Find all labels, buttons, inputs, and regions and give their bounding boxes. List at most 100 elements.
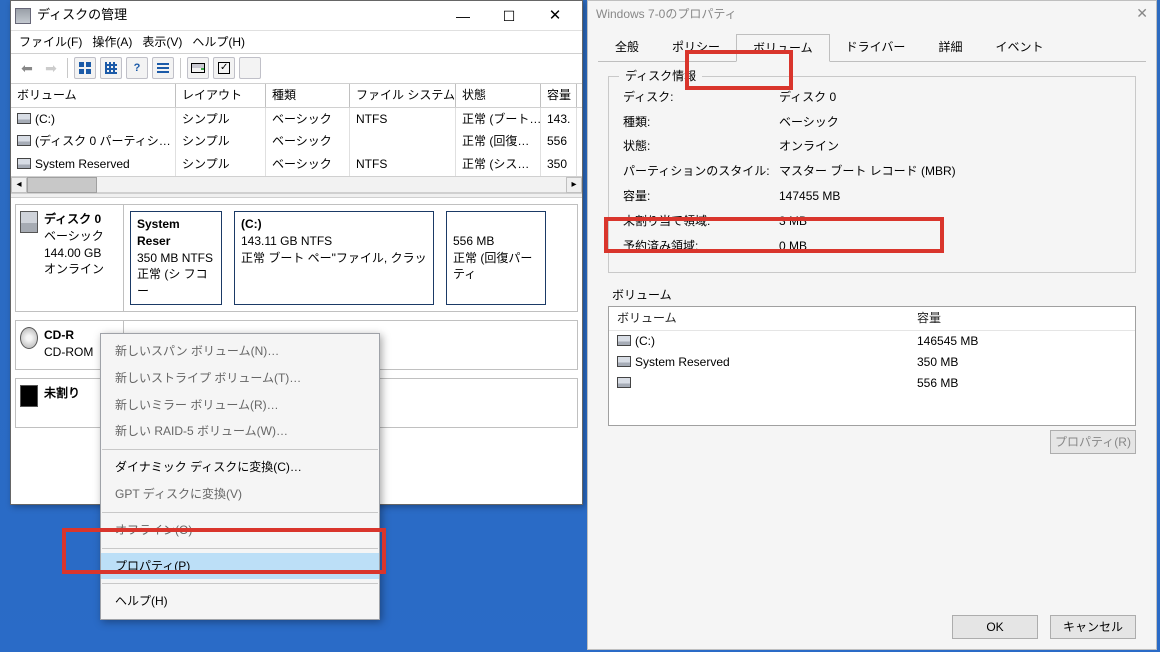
menubar: ファイル(F) 操作(A) 表示(V) ヘルプ(H) [11, 31, 582, 54]
menu-item[interactable]: ダイナミック ディスクに変換(C)… [101, 454, 379, 481]
disk-icon [20, 327, 38, 349]
toolbar-blank-button[interactable] [239, 57, 261, 79]
property-key: ディスク: [623, 89, 779, 106]
drive-icon [617, 335, 631, 346]
volumes-listbox[interactable]: ボリューム 容量 (C:)146545 MBSystem Reserved350… [608, 306, 1136, 426]
col-cap[interactable]: 容量 [541, 84, 577, 107]
check-icon [218, 62, 230, 74]
disk-icon [20, 385, 38, 407]
cancel-button[interactable]: キャンセル [1050, 615, 1136, 639]
property-key: 予約済み領域: [623, 238, 779, 255]
ok-button[interactable]: OK [952, 615, 1038, 639]
tab-policy[interactable]: ポリシー [655, 33, 737, 61]
disk-info-legend: ディスク情報 [619, 68, 702, 85]
scroll-track[interactable] [97, 177, 566, 192]
partition[interactable]: 556 MB正常 (回復パーティ [446, 211, 546, 305]
properties-close-button[interactable]: ✕ [1136, 4, 1148, 24]
dialog-button-row: OK キャンセル [588, 615, 1156, 639]
disk-header[interactable]: ディスク 0ベーシック144.00 GBオンライン [16, 205, 124, 311]
menu-item[interactable]: プロパティ(P) [101, 553, 379, 580]
property-row: 未割り当て領域:3 MB [623, 213, 1121, 238]
grid-icon [79, 62, 91, 74]
partition[interactable]: System Reser350 MB NTFS正常 (シ フコー [130, 211, 222, 305]
volume-row[interactable]: (ディスク 0 パーティシ…シンプルベーシック正常 (回復…556 [11, 130, 582, 153]
property-key: 容量: [623, 188, 779, 205]
drive-icon [17, 135, 31, 146]
menu-item[interactable]: ヘルプ(H) [101, 588, 379, 615]
property-row: 状態:オンライン [623, 138, 1121, 163]
minimize-button[interactable]: — [440, 2, 486, 30]
menu-separator [102, 449, 378, 450]
disk-icon [191, 63, 205, 73]
menu-item: 新しい RAID-5 ボリューム(W)… [101, 418, 379, 445]
volume-item[interactable]: System Reserved350 MB [609, 352, 1135, 373]
col-fs[interactable]: ファイル システム [350, 84, 456, 107]
property-value: ベーシック [779, 114, 1121, 139]
menu-action[interactable]: 操作(A) [92, 34, 132, 51]
toolbar-check-button[interactable] [213, 57, 235, 79]
menu-help[interactable]: ヘルプ(H) [192, 34, 245, 51]
disk-properties-dialog: Windows 7-0のプロパティ ✕ 全般 ポリシー ボリューム ドライバー … [587, 0, 1157, 650]
tab-details[interactable]: 詳細 [921, 33, 979, 61]
property-row: 容量:147455 MB [623, 188, 1121, 213]
toolbar-list-button[interactable] [152, 57, 174, 79]
scroll-right-button[interactable]: ▸ [566, 177, 582, 193]
menu-item: 新しいスパン ボリューム(N)… [101, 338, 379, 365]
col-type[interactable]: 種類 [266, 84, 350, 107]
scroll-thumb[interactable] [27, 177, 97, 193]
menu-item: 新しいミラー ボリューム(R)… [101, 392, 379, 419]
properties-titlebar[interactable]: Windows 7-0のプロパティ ✕ [588, 1, 1156, 27]
property-row: 種類:ベーシック [623, 114, 1121, 139]
menu-view[interactable]: 表示(V) [142, 34, 182, 51]
property-value: 147455 MB [779, 188, 1121, 213]
col-volume[interactable]: ボリューム [11, 84, 176, 107]
property-row: 予約済み領域:0 MB [623, 238, 1121, 263]
tab-driver[interactable]: ドライバー [829, 33, 923, 61]
toolbar-help-button[interactable]: ? [126, 57, 148, 79]
forward-button[interactable]: ➡ [39, 59, 63, 79]
col-state[interactable]: 状態 [456, 84, 541, 107]
tab-volume[interactable]: ボリューム [736, 34, 830, 62]
horizontal-scrollbar[interactable]: ◂ ▸ [11, 176, 582, 192]
volume-row[interactable]: (C:)シンプルベーシックNTFS正常 (ブート…143. [11, 108, 582, 131]
disk-context-menu: 新しいスパン ボリューム(N)…新しいストライプ ボリューム(T)…新しいミラー… [100, 333, 380, 620]
vol-header-name[interactable]: ボリューム [609, 307, 909, 330]
toolbar-grid2-button[interactable] [100, 57, 122, 79]
drive-icon [17, 113, 31, 124]
properties-title: Windows 7-0のプロパティ [596, 6, 737, 23]
property-value: ディスク 0 [779, 89, 1121, 114]
menu-item: オフライン(O) [101, 517, 379, 544]
disk-icon [20, 211, 38, 233]
volume-item[interactable]: (C:)146545 MB [609, 331, 1135, 352]
col-layout[interactable]: レイアウト [176, 84, 266, 107]
close-button[interactable]: ✕ [532, 2, 578, 30]
volume-list-header[interactable]: ボリューム レイアウト 種類 ファイル システム 状態 容量 [11, 84, 582, 108]
maximize-button[interactable]: ☐ [486, 2, 532, 30]
drive-icon [617, 356, 631, 367]
drive-icon [17, 158, 31, 169]
property-key: 未割り当て領域: [623, 213, 779, 230]
help-icon: ? [134, 61, 141, 76]
scroll-left-button[interactable]: ◂ [11, 177, 27, 193]
toolbar-grid1-button[interactable] [74, 57, 96, 79]
grid2-icon [105, 62, 117, 74]
property-value: 3 MB [779, 213, 1121, 238]
tab-events[interactable]: イベント [978, 33, 1060, 61]
volume-item[interactable]: 556 MB [609, 373, 1135, 394]
property-value: オンライン [779, 138, 1121, 163]
vol-header-cap[interactable]: 容量 [909, 307, 1135, 330]
tab-general[interactable]: 全般 [598, 33, 656, 61]
toolbar-disk-button[interactable] [187, 57, 209, 79]
volume-properties-button[interactable]: プロパティ(R) [1050, 430, 1136, 454]
partition[interactable]: (C:)143.11 GB NTFS正常 ブート ペー"ファイル, クラッ [234, 211, 434, 305]
volume-row[interactable]: System ReservedシンプルベーシックNTFS正常 (シス…350 [11, 153, 582, 176]
titlebar[interactable]: ディスクの管理 — ☐ ✕ [11, 1, 582, 31]
property-row: ディスク:ディスク 0 [623, 89, 1121, 114]
menu-separator [102, 583, 378, 584]
disk-row[interactable]: ディスク 0ベーシック144.00 GBオンラインSystem Reser350… [15, 204, 578, 312]
toolbar: ⬅ ➡ ? [11, 54, 582, 84]
property-key: 状態: [623, 138, 779, 155]
menu-file[interactable]: ファイル(F) [19, 34, 82, 51]
back-button[interactable]: ⬅ [15, 59, 39, 79]
menu-separator [102, 548, 378, 549]
